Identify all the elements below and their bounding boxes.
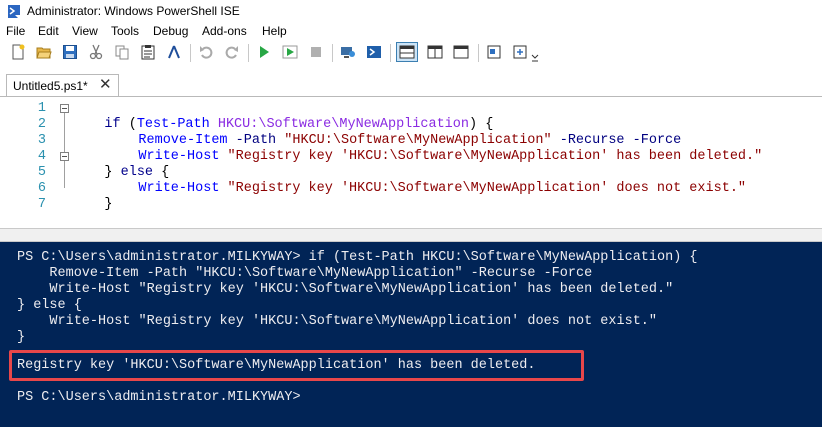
menu-help[interactable]: Help [262, 24, 287, 38]
close-icon[interactable]: ✕ [99, 77, 112, 92]
console-line: } [17, 330, 26, 345]
menu-bar: File Edit View Tools Debug Add-ons Help [0, 22, 822, 40]
menu-edit[interactable]: Edit [38, 24, 59, 38]
menu-addons[interactable]: Add-ons [202, 24, 247, 38]
line-number: 3 [37, 133, 46, 148]
pane-splitter[interactable] [0, 228, 822, 242]
show-command-window-icon[interactable] [484, 42, 504, 62]
code-line: Write-Host "Registry key 'HKCU:\Software… [138, 181, 747, 196]
powershell-ise-icon [6, 3, 22, 19]
undo-icon[interactable] [196, 42, 216, 62]
show-script-right-icon[interactable] [424, 42, 446, 62]
output-highlight-box [9, 350, 584, 381]
tab-label: Untitled5.ps1* [13, 79, 88, 93]
menu-tools[interactable]: Tools [111, 24, 139, 38]
run-selection-icon[interactable] [280, 42, 300, 62]
line-number: 2 [37, 117, 46, 132]
toolbar [0, 40, 822, 66]
menu-file[interactable]: File [6, 24, 25, 38]
run-script-icon[interactable] [254, 42, 274, 62]
console-line: } else { [17, 298, 82, 313]
redo-icon[interactable] [222, 42, 242, 62]
code-line: } else { [104, 165, 170, 180]
new-file-icon[interactable] [8, 42, 28, 62]
open-file-icon[interactable] [34, 42, 54, 62]
show-script-maximized-icon[interactable] [450, 42, 472, 62]
stop-icon[interactable] [306, 42, 326, 62]
code-line: Remove-Item -Path "HKCU:\Software\MyNewA… [138, 133, 682, 148]
fold-toggle[interactable] [60, 152, 69, 161]
console-line: Write-Host "Registry key 'HKCU:\Software… [17, 314, 658, 329]
window-title: Administrator: Windows PowerShell ISE [27, 4, 240, 18]
fold-toggle[interactable] [60, 104, 69, 113]
line-number: 1 [37, 101, 46, 116]
save-icon[interactable] [60, 42, 80, 62]
toolbar-overflow-icon[interactable] [530, 48, 540, 68]
line-number: 5 [37, 165, 46, 180]
menu-view[interactable]: View [72, 24, 98, 38]
script-editor[interactable]: 1 2 3 4 5 6 7 if (Test-Path HKCU:\Softwa… [0, 96, 822, 229]
menu-debug[interactable]: Debug [153, 24, 188, 38]
line-number: 6 [37, 181, 46, 196]
line-number: 4 [37, 149, 46, 164]
start-powershell-icon[interactable] [364, 42, 384, 62]
line-number: 7 [37, 197, 46, 212]
new-remote-tab-icon[interactable] [338, 42, 358, 62]
title-bar: Administrator: Windows PowerShell ISE [0, 0, 822, 22]
console-line: PS C:\Users\administrator.MILKYWAY> if (… [17, 250, 698, 265]
console-line: Write-Host "Registry key 'HKCU:\Software… [17, 282, 674, 297]
show-command-addon-icon[interactable] [510, 42, 530, 62]
code-line: } [104, 197, 113, 212]
paste-icon[interactable] [138, 42, 158, 62]
copy-icon[interactable] [112, 42, 132, 62]
console-prompt: PS C:\Users\administrator.MILKYWAY> [17, 390, 301, 405]
console-line: Remove-Item -Path "HKCU:\Software\MyNewA… [17, 266, 593, 281]
cut-icon[interactable] [86, 42, 106, 62]
show-script-top-icon[interactable] [396, 42, 418, 62]
code-line: Write-Host "Registry key 'HKCU:\Software… [138, 149, 763, 164]
console-pane[interactable]: PS C:\Users\administrator.MILKYWAY> if (… [0, 242, 822, 427]
tab-untitled5[interactable]: Untitled5.ps1* ✕ [6, 74, 119, 96]
tab-strip: Untitled5.ps1* ✕ [0, 66, 822, 96]
clear-console-icon[interactable] [164, 42, 184, 62]
code-line: if (Test-Path HKCU:\Software\MyNewApplic… [104, 117, 494, 132]
